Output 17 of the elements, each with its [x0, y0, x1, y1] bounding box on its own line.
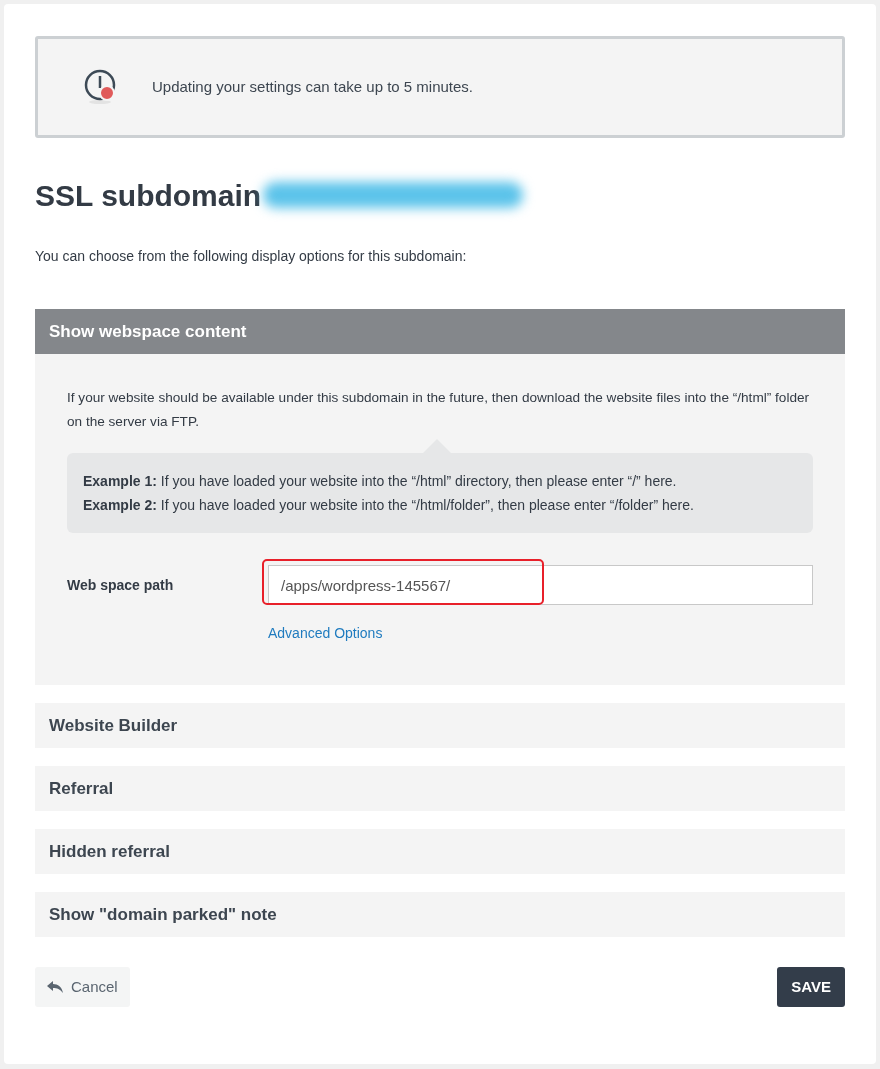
example-text: Example 1: If you have loaded your website into the “/html” directory, then please enter “/” here.: [83, 472, 678, 491]
section-header[interactable]: Show webspace content: [35, 309, 845, 354]
notice-text: Updating your settings can take up to 5 minutes.: [152, 76, 474, 97]
save-button[interactable]: SAVE: [777, 967, 845, 1007]
field-label: Web space path: [67, 575, 175, 595]
cancel-button[interactable]: Cancel: [35, 967, 130, 1007]
section-header[interactable]: Show "domain parked" note: [35, 892, 845, 937]
reply-arrow-icon: [47, 981, 63, 993]
intro-text: You can choose from the following display options for this subdomain:: [35, 247, 468, 266]
section-header[interactable]: Hidden referral: [35, 829, 845, 874]
web-space-path-field[interactable]: /apps/wordpress-145567/: [268, 565, 813, 605]
section-header[interactable]: Referral: [35, 766, 845, 811]
example-text: Example 2: If you have loaded your website into the “/html/folder”, then please enter “/folder” here.: [83, 496, 695, 515]
page-title: SSL subdomain: [35, 177, 262, 214]
section-header[interactable]: Website Builder: [35, 703, 845, 748]
advanced-options-link[interactable]: Advanced Options: [268, 625, 383, 641]
description-text: If your website should be available under this subdomain in the future, then download the website files into the “/html” folder on the server via FTP.: [67, 389, 811, 431]
